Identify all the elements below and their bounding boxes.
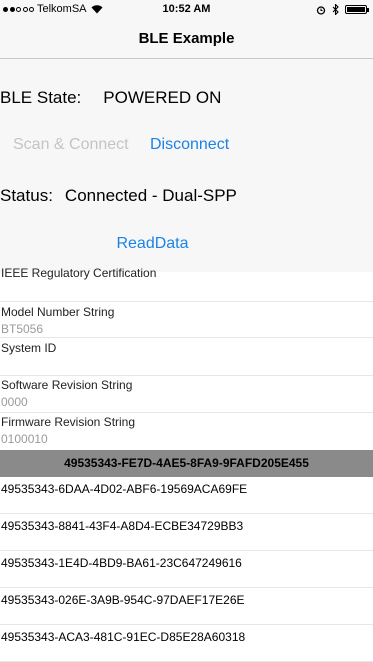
characteristic-uuid: 49535343-8841-43F4-A8D4-ECBE34729BB3 xyxy=(1,519,244,533)
list-item-value: 0000 xyxy=(1,395,28,409)
table-row[interactable]: 49535343-8841-43F4-A8D4-ECBE34729BB3 xyxy=(0,514,373,551)
characteristic-uuid: 49535343-6DAA-4D02-ABF6-19569ACA69FE xyxy=(1,482,248,496)
table-row[interactable]: 49535343-1E4D-4BD9-BA61-23C647249616 xyxy=(0,551,373,588)
list-item-value: 0100010 xyxy=(1,432,48,446)
status-row: Status: Connected - Dual-SPP xyxy=(0,186,237,206)
characteristic-uuid: 49535343-ACA3-481C-91EC-D85E28A60318 xyxy=(1,630,246,644)
list-item-title: Software Revision String xyxy=(1,378,133,392)
status-value: Connected - Dual-SPP xyxy=(64,186,237,205)
list-item[interactable]: IEEE Regulatory Certification xyxy=(0,262,373,302)
list-item[interactable]: Software Revision String 0000 xyxy=(0,376,373,413)
disconnect-button[interactable]: Disconnect xyxy=(150,136,229,154)
bluetooth-icon xyxy=(332,4,339,15)
ble-state-label: BLE State: xyxy=(0,88,82,107)
characteristic-uuid: 49535343-026E-3A9B-954C-97DAEF17E26E xyxy=(1,593,245,607)
status-icons xyxy=(316,4,369,15)
scan-connect-button[interactable]: Scan & Connect xyxy=(13,136,129,154)
table-row[interactable]: 49535343-ACA3-481C-91EC-D85E28A60318 xyxy=(0,625,373,662)
status-bar: TelkomSA 10:52 AM xyxy=(0,0,373,20)
list-item-title: IEEE Regulatory Certification xyxy=(1,266,157,280)
table-row[interactable]: 49535343-026E-3A9B-954C-97DAEF17E26E xyxy=(0,588,373,625)
list-item[interactable]: Firmware Revision String 0100010 xyxy=(0,413,373,450)
navigation-bar: BLE Example xyxy=(0,20,373,59)
ble-control-panel: BLE State: POWERED ON Scan & Connect Disc… xyxy=(0,59,373,272)
list-item-title: Model Number String xyxy=(1,305,115,319)
characteristic-uuid: 49535343-1E4D-4BD9-BA61-23C647249616 xyxy=(1,556,242,570)
ble-state-value: POWERED ON xyxy=(103,88,222,107)
table-row[interactable]: 49535343-6DAA-4D02-ABF6-19569ACA69FE xyxy=(0,477,373,514)
nav-title: BLE Example xyxy=(138,30,235,47)
list-item-title: System ID xyxy=(1,341,57,355)
battery-icon xyxy=(345,5,369,14)
status-label: Status: xyxy=(0,186,53,205)
read-data-button[interactable]: ReadData xyxy=(0,235,305,253)
list-item[interactable]: System ID xyxy=(0,338,373,376)
list-item-value: BT5056 xyxy=(1,322,44,336)
alarm-icon xyxy=(316,5,326,15)
list-item-title: Firmware Revision String xyxy=(1,415,136,429)
service-section-header: 49535343-FE7D-4AE5-8FA9-9FAFD205E455 xyxy=(0,450,373,477)
ble-state-row: BLE State: POWERED ON xyxy=(0,88,221,108)
list-item[interactable]: Model Number String BT5056 xyxy=(0,302,373,338)
